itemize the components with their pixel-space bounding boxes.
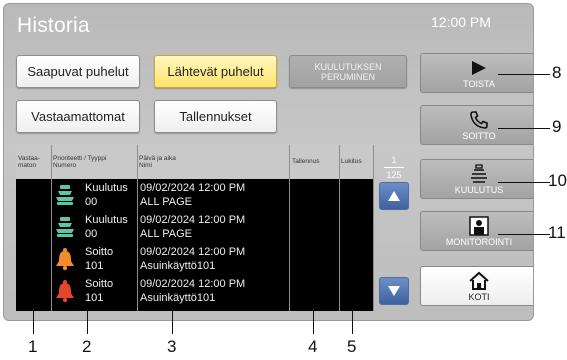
row-type: Kuulutus [85,182,128,194]
callout-9: 9 [552,117,562,136]
callout-line [172,308,173,334]
table-row[interactable]: Kuulutus 00 09/02/2024 12:00 PM ALL PAGE [16,211,374,243]
callout-line [498,234,550,235]
call-label: SOITTO [462,131,496,141]
history-screen: Historia 12:00 PM Saapuvat puhelut Lähte… [3,3,534,321]
unanswered-button[interactable]: Vastaamattomat [16,100,140,133]
cancel-paging-button[interactable]: KUULUTUKSEN PERUMINEN [289,55,407,88]
scroll-up-button[interactable] [379,182,409,210]
row-number: 101 [85,292,104,304]
header-unanswered-2: maton [18,162,37,169]
row-number: 101 [85,260,104,272]
header-priority-1: Prioriteetti / Tyyppi [53,155,107,162]
callout-line [33,308,34,334]
header-recording: Tallennus [292,158,320,165]
cancel-paging-line2: PERUMINEN [320,71,375,82]
row-datetime: 09/02/2024 12:00 PM [140,182,246,194]
callout-4: 4 [308,337,318,356]
header-locked: Lukitus [341,158,362,165]
row-type: Soitto [85,246,114,258]
page-separator [384,167,404,168]
clock: 12:00 PM [431,14,491,30]
home-button[interactable]: KOTI [420,266,533,306]
paging-label: KUULUTUS [454,185,504,195]
callout-line [313,308,314,334]
header-priority-2: Numero [53,162,77,169]
paging-icon [56,185,74,205]
callout-5: 5 [347,337,357,356]
callout-line [498,128,550,129]
page-current: 1 [391,155,397,165]
row-name: ALL PAGE [140,196,192,208]
row-name: ALL PAGE [140,228,192,240]
triangle-down-icon [388,286,400,296]
call-button[interactable]: SOITTO [420,105,533,145]
history-table: Vastaa- maton Prioriteetti / Tyyppi Nume… [16,145,374,311]
table-header: Vastaa- maton Prioriteetti / Tyyppi Nume… [16,145,374,179]
monitor-button[interactable]: MONITOROINTI [420,211,533,251]
row-datetime: 09/02/2024 12:00 PM [140,246,246,258]
row-datetime: 09/02/2024 12:00 PM [140,214,246,226]
bell-icon [56,280,74,303]
outgoing-calls-button[interactable]: Lähtevät puhelut [154,55,277,88]
phone-icon [470,111,488,129]
callout-1: 1 [28,337,38,356]
header-unanswered-1: Vastaa- [18,155,40,162]
recordings-button[interactable]: Tallennukset [154,100,277,133]
paging-icon [56,217,74,237]
header-date-1: Päivä ja aika [139,155,176,162]
row-type: Kuulutus [85,214,128,226]
row-number: 00 [85,196,98,208]
monitor-icon [469,216,489,236]
row-type: Soitto [85,278,114,290]
callout-3: 3 [167,337,177,356]
row-name: Asuinkäyttö101 [140,260,216,272]
paging-button[interactable]: KUULUTUS [420,159,533,199]
bell-icon [56,248,74,271]
callout-10: 10 [548,171,567,190]
play-label: TOISTA [463,79,495,89]
scroll-down-button[interactable] [379,277,409,305]
callout-line [498,74,550,75]
row-name: Asuinkäyttö101 [140,292,216,304]
triangle-up-icon [388,191,400,201]
monitor-label: MONITOROINTI [445,237,513,247]
callout-11: 11 [548,223,566,242]
page-title: Historia [17,14,90,37]
callout-8: 8 [552,63,562,82]
callout-2: 2 [82,337,92,356]
table-row[interactable]: Soitto 101 09/02/2024 12:00 PM Asuinkäyt… [16,275,374,307]
table-row[interactable]: Soitto 101 09/02/2024 12:00 PM Asuinkäyt… [16,243,374,275]
callout-line [352,308,353,334]
callout-line [498,182,550,183]
page-indicator: 1 125 [378,155,410,180]
row-number: 00 [85,228,98,240]
row-datetime: 09/02/2024 12:00 PM [140,278,246,290]
incoming-calls-button[interactable]: Saapuvat puhelut [16,55,140,88]
table-row[interactable]: Kuulutus 00 09/02/2024 12:00 PM ALL PAGE [16,179,374,211]
play-button[interactable]: TOISTA [420,53,533,93]
play-icon [472,61,486,75]
paging-icon [471,164,487,183]
cancel-paging-line1: KUULUTUKSEN [314,61,382,72]
page-total: 125 [386,170,402,180]
header-date-2: Nimi [139,162,152,169]
home-label: KOTI [468,292,490,302]
callout-line [87,308,88,334]
home-icon [469,271,489,290]
